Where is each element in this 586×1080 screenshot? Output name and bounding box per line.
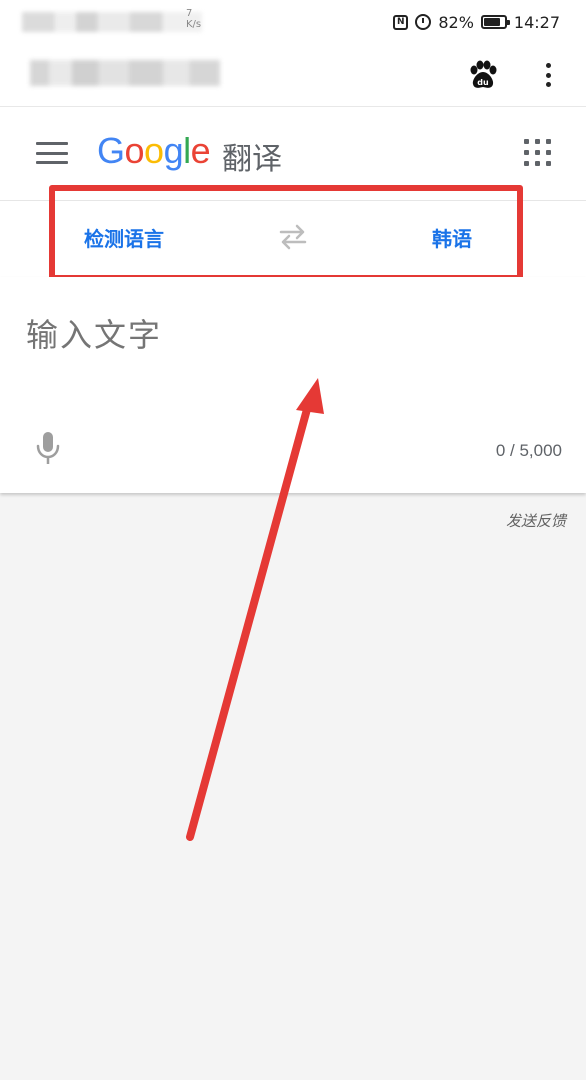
swap-arrows-icon[interactable] — [277, 223, 309, 251]
microphone-icon[interactable] — [34, 430, 62, 466]
hamburger-menu-icon[interactable] — [36, 142, 68, 164]
google-logo: Google — [97, 130, 211, 171]
app-header — [0, 107, 586, 200]
battery-icon — [480, 15, 510, 29]
alarm-icon — [415, 14, 432, 30]
network-speed-unit: K/s — [186, 19, 202, 30]
url-bar-blurred[interactable] — [30, 60, 220, 86]
browser-toolbar: du — [0, 44, 586, 107]
clock: 14:27 — [513, 12, 560, 32]
network-speed-value: 7 — [186, 8, 193, 19]
baidu-icon-text: du — [477, 78, 489, 87]
app-title: 翻译 — [222, 142, 282, 177]
text-input-placeholder[interactable]: 输入文字 — [26, 310, 162, 356]
battery-percent: 82% — [438, 12, 474, 32]
more-vert-icon[interactable] — [536, 60, 560, 90]
source-language-button[interactable]: 检测语言 — [84, 223, 164, 252]
status-bar: 7 K/s N 82% 14:27 — [0, 0, 586, 44]
status-left-blurred — [22, 12, 202, 32]
apps-grid-icon[interactable] — [524, 139, 551, 166]
character-count: 0 / 5,000 — [495, 441, 562, 460]
nfc-icon: N — [393, 14, 409, 30]
network-speed: 7 K/s — [186, 8, 201, 30]
status-right-group: N 82% 14:27 — [393, 10, 560, 34]
baidu-paw-icon[interactable]: du — [467, 60, 499, 90]
send-feedback-link[interactable]: 发送反馈 — [506, 510, 566, 531]
target-language-button[interactable]: 韩语 — [432, 223, 472, 252]
